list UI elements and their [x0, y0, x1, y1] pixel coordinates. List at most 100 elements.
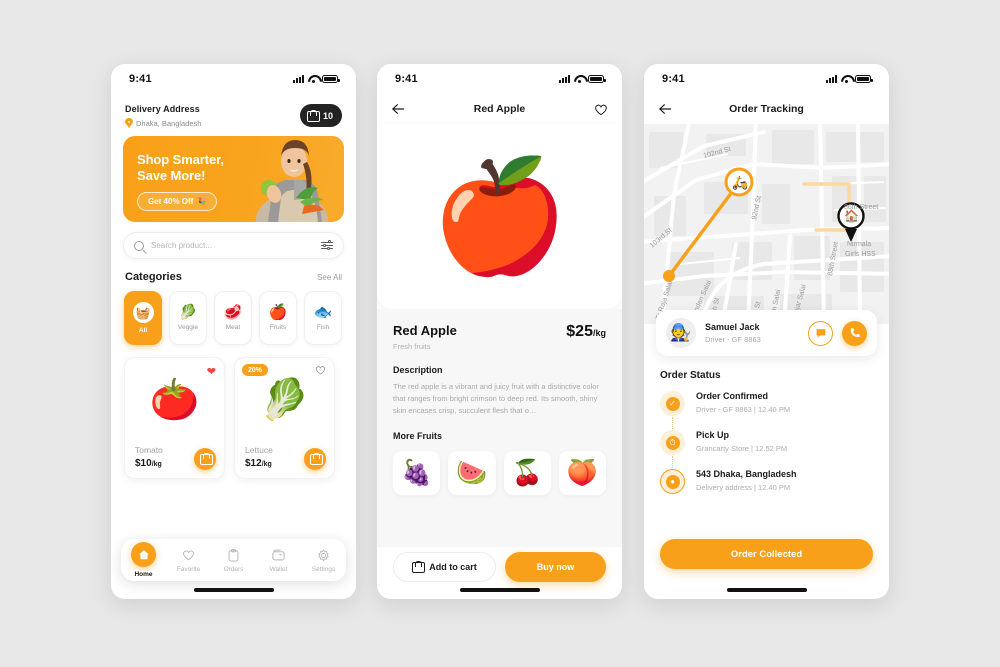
tab-orders[interactable]: Orders	[214, 548, 254, 573]
party-popper-icon: 🎉	[196, 197, 207, 206]
apple-icon: 🍎	[268, 304, 288, 321]
discount-badge: 20%	[242, 364, 269, 376]
home-pin-icon: 🏠	[844, 209, 859, 223]
shopping-bag-icon	[306, 109, 320, 122]
status-icons	[293, 75, 340, 83]
category-chip-all[interactable]: 🧺 All	[124, 291, 162, 345]
driver-id: Driver - GF 8863	[705, 335, 761, 344]
search-wrapper: Search product...	[111, 222, 356, 259]
see-all-link[interactable]: See All	[317, 273, 342, 282]
add-to-cart-button[interactable]: Add to cart	[393, 552, 496, 582]
status-step-delivery-address: ● 543 Dhaka, Bangladesh Delivery address…	[660, 469, 873, 494]
svg-text:Girls HSS: Girls HSS	[845, 251, 876, 258]
category-chip-fruits[interactable]: 🍎 Fruits	[259, 291, 297, 345]
categories-title: Categories	[125, 271, 182, 283]
category-chip-fish[interactable]: 🐟 Fish	[304, 291, 342, 345]
order-collected-button[interactable]: Order Collected	[660, 539, 873, 569]
search-input[interactable]: Search product...	[123, 232, 344, 259]
more-fruit-cherries[interactable]: 🍒	[503, 451, 551, 496]
page-title: Order Tracking	[729, 103, 804, 115]
category-chip-veggie[interactable]: 🥬 Veggie	[169, 291, 207, 345]
apple-icon: 🍎	[431, 154, 568, 278]
delivery-map[interactable]: 102nd St 103rd St 92nd St 86th Street 88…	[644, 124, 889, 324]
chat-icon	[816, 328, 825, 338]
product-card-lettuce[interactable]: 🥬 20% Lettuce $12/kg	[234, 357, 335, 479]
buy-now-label: Buy now	[536, 562, 575, 572]
driver-name: Samuel Jack	[705, 322, 760, 332]
battery-icon	[588, 75, 606, 83]
favorite-outline-icon[interactable]	[315, 365, 326, 375]
home-indicator	[726, 588, 807, 592]
pin-icon: ●	[660, 469, 685, 494]
more-fruit-peach[interactable]: 🍑	[558, 451, 606, 496]
phone-icon	[850, 328, 860, 338]
step-title: 543 Dhaka, Bangladesh	[696, 469, 797, 479]
category-label: Fish	[316, 324, 330, 331]
filter-icon[interactable]	[321, 240, 333, 251]
step-connector	[672, 456, 673, 468]
status-icons	[826, 75, 873, 83]
battery-icon	[855, 75, 873, 83]
delivery-address-block[interactable]: Delivery Address Dhaka, Bangladesh	[125, 104, 201, 128]
status-time: 9:41	[395, 73, 418, 85]
more-fruit-watermelon[interactable]: 🍉	[448, 451, 496, 496]
tab-home[interactable]: Home	[124, 542, 164, 578]
home-indicator	[459, 588, 540, 592]
product-card-tomato[interactable]: 🍅 ❤ Tomato $10/kg	[124, 357, 225, 479]
tab-wallet[interactable]: Wallet	[259, 548, 299, 573]
shopping-bag-icon	[199, 453, 213, 465]
back-arrow-icon[interactable]	[391, 103, 405, 115]
home-indicator	[193, 588, 274, 592]
phone-product-detail-screen: 9:41 Red Apple 🍎 Red Apple Fresh fruits …	[377, 64, 622, 599]
product-price-value: $25	[566, 323, 593, 340]
add-to-cart-button[interactable]	[194, 448, 216, 470]
wifi-icon	[574, 75, 584, 83]
buy-now-button[interactable]: Buy now	[505, 552, 606, 582]
order-status-title: Order Status	[660, 370, 721, 381]
signal-icon	[826, 75, 837, 83]
promo-banner-button[interactable]: Get 40% Off 🎉	[137, 192, 218, 211]
tab-favorite[interactable]: Favorite	[169, 548, 209, 573]
step-subtitle: Driver - GF 8863 | 12.40 PM	[696, 405, 791, 414]
meat-icon: 🥩	[223, 304, 243, 321]
favorite-outline-icon[interactable]	[594, 103, 608, 116]
location-pin-icon	[125, 118, 133, 128]
add-to-cart-label: Add to cart	[429, 562, 477, 572]
step-subtitle: Grancarty Store | 12.52 PM	[696, 444, 788, 453]
product-price: $10/kg	[135, 458, 162, 469]
order-status-steps: ✓ Order Confirmed Driver - GF 8863 | 12.…	[644, 381, 889, 494]
step-text-block: 543 Dhaka, Bangladesh Delivery address |…	[696, 469, 797, 492]
status-icons	[559, 75, 606, 83]
back-arrow-icon[interactable]	[658, 103, 672, 115]
basket-icon: 🧺	[132, 302, 154, 323]
category-label: Veggie	[178, 324, 198, 331]
tab-settings[interactable]: Settings	[304, 548, 344, 573]
banner-model-photo	[256, 140, 328, 222]
category-chip-meat[interactable]: 🥩 Meat	[214, 291, 252, 345]
chat-button[interactable]	[808, 320, 833, 346]
call-button[interactable]	[842, 320, 867, 346]
map-canvas: 102nd St 103rd St 92nd St 86th Street 88…	[644, 124, 889, 324]
search-placeholder: Search product...	[151, 241, 212, 250]
gear-icon	[317, 548, 330, 563]
promo-banner[interactable]: Shop Smarter, Save More! Get 40% Off 🎉	[123, 136, 344, 222]
heart-icon	[182, 548, 195, 563]
tab-label: Favorite	[176, 565, 201, 573]
wifi-icon	[308, 75, 318, 83]
step-connector	[672, 417, 673, 429]
cart-button[interactable]: 10	[299, 104, 342, 127]
signal-icon	[559, 75, 570, 83]
more-fruit-grapes[interactable]: 🍇	[393, 451, 441, 496]
scooter-icon: 🛵	[732, 175, 749, 190]
add-to-cart-button[interactable]	[304, 448, 326, 470]
product-name: Red Apple	[393, 323, 457, 338]
phone-home-screen: 9:41 Delivery Address Dhaka, Bangladesh	[111, 64, 356, 599]
description-text: The red apple is a vibrant and juicy fru…	[393, 382, 599, 416]
clock-icon: ⏱	[660, 430, 685, 455]
promo-banner-title: Shop Smarter, Save More!	[137, 152, 224, 184]
category-label: All	[138, 327, 148, 334]
driver-info: Samuel Jack Driver - GF 8863	[705, 322, 799, 344]
favorite-filled-icon[interactable]: ❤	[207, 365, 216, 378]
fish-icon: 🐟	[313, 304, 333, 321]
status-bar: 9:41	[111, 64, 356, 94]
